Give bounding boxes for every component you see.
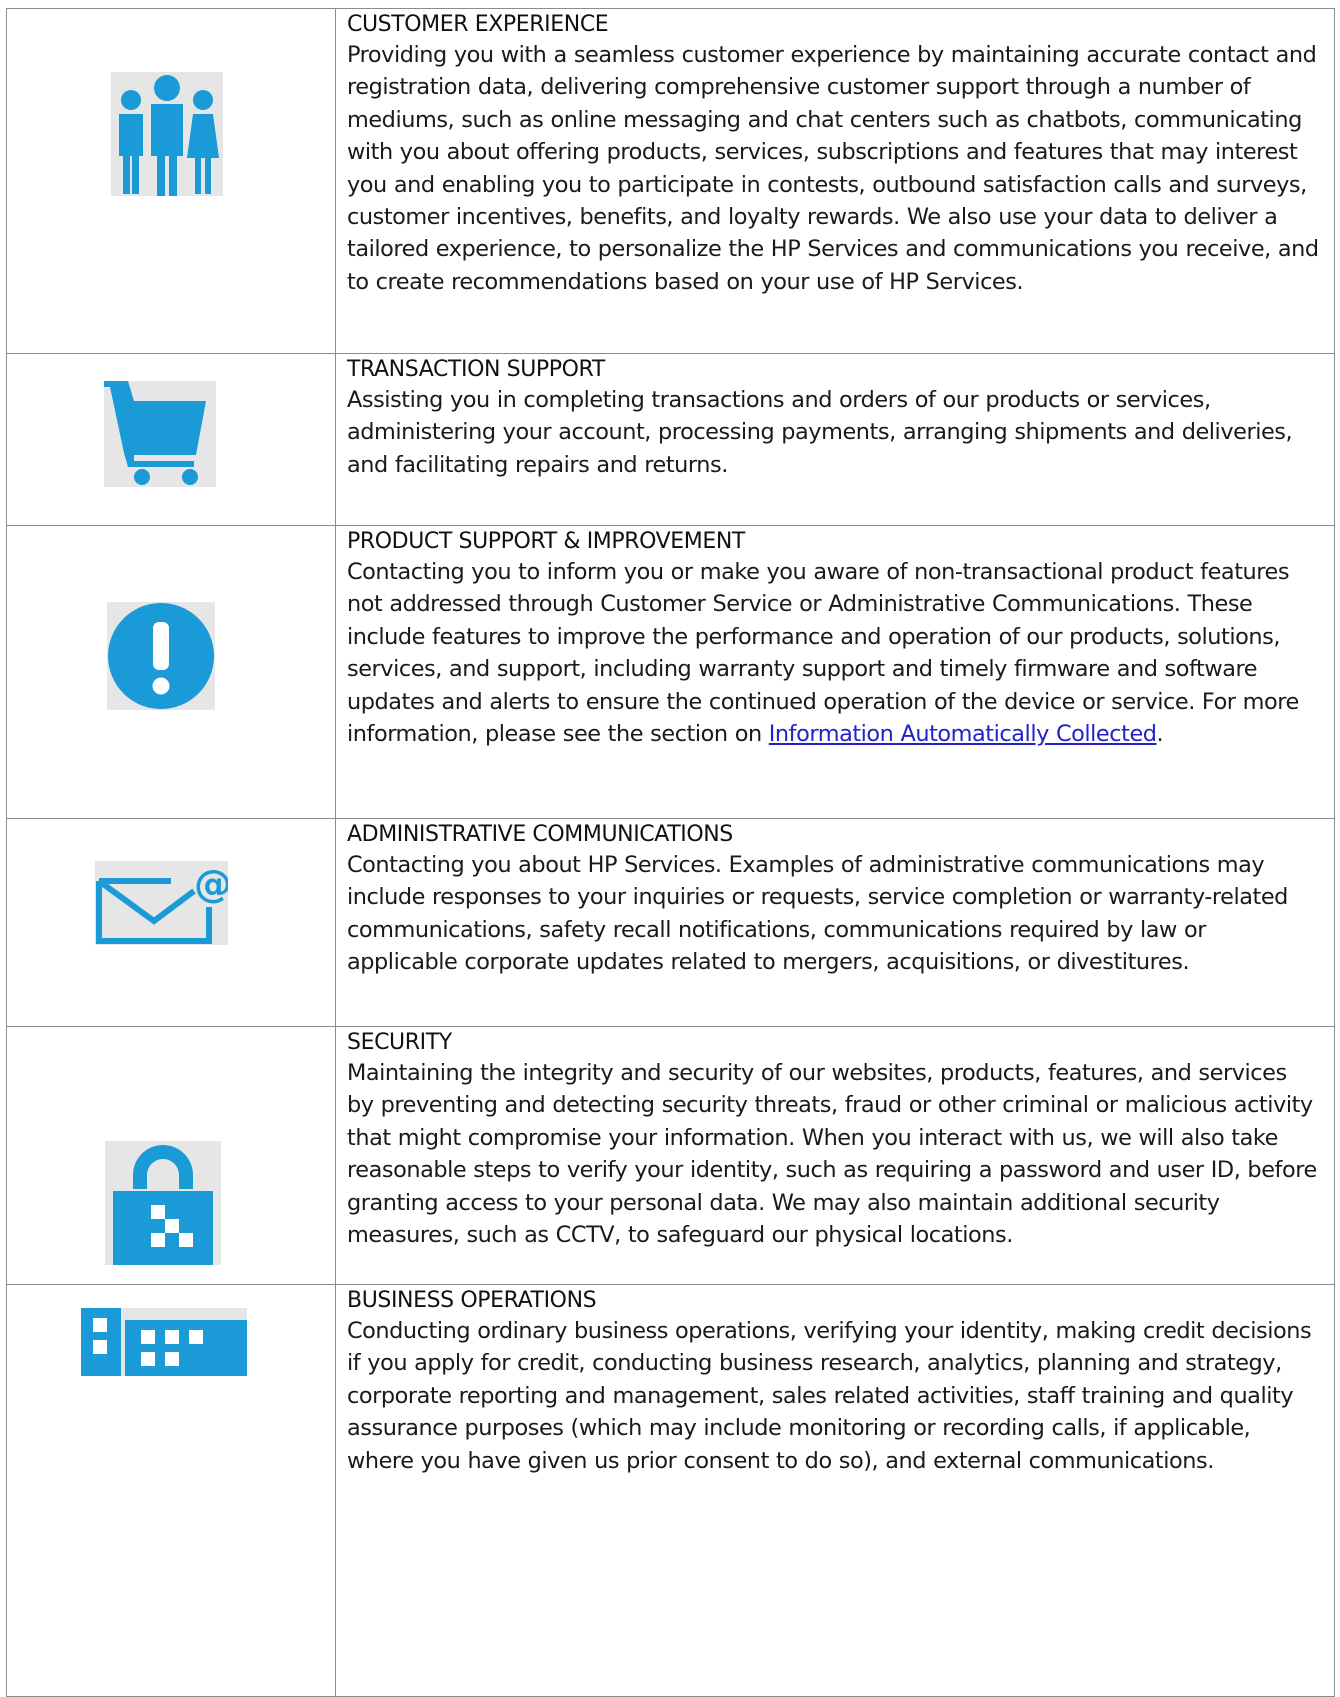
text-cell: PRODUCT SUPPORT & IMPROVEMENT Contacting…	[336, 526, 1334, 818]
office-buildings-icon	[81, 1308, 247, 1376]
text-cell: BUSINESS OPERATIONS Conducting ordinary …	[336, 1285, 1334, 1696]
section-body-text: Contacting you to inform you or make you…	[347, 559, 1299, 748]
section-security: SECURITY Maintaining the integrity and s…	[7, 1027, 1334, 1285]
section-heading: ADMINISTRATIVE COMMUNICATIONS	[347, 822, 733, 847]
text-cell: ADMINISTRATIVE COMMUNICATIONS Contacting…	[336, 819, 1334, 1026]
section-body: Providing you with a seamless customer e…	[347, 42, 1319, 295]
icon-cell: @	[7, 819, 336, 1026]
icon-cell	[7, 1285, 336, 1696]
people-group-icon	[111, 72, 223, 196]
section-heading: PRODUCT SUPPORT & IMPROVEMENT	[347, 529, 745, 554]
email-at-icon: @	[95, 861, 228, 945]
section-heading: BUSINESS OPERATIONS	[347, 1288, 597, 1313]
icon-cell	[7, 1027, 336, 1284]
text-cell: TRANSACTION SUPPORT Assisting you in com…	[336, 354, 1334, 525]
section-customer-experience: CUSTOMER EXPERIENCE Providing you with a…	[7, 9, 1334, 354]
section-heading: SECURITY	[347, 1030, 452, 1055]
section-body-text-end: .	[1156, 721, 1164, 748]
section-body: Maintaining the integrity and security o…	[347, 1060, 1317, 1249]
icon-cell	[7, 526, 336, 818]
text-cell: CUSTOMER EXPERIENCE Providing you with a…	[336, 9, 1334, 353]
icon-cell	[7, 354, 336, 525]
padlock-icon	[105, 1141, 221, 1265]
section-heading: CUSTOMER EXPERIENCE	[347, 12, 609, 37]
section-administrative-communications: @ ADMINISTRATIVE COMMUNICATIONS Contacti…	[7, 819, 1334, 1027]
shopping-cart-icon	[104, 381, 216, 487]
section-transaction-support: TRANSACTION SUPPORT Assisting you in com…	[7, 354, 1334, 526]
icon-cell	[7, 9, 336, 353]
section-body: Conducting ordinary business operations,…	[347, 1318, 1312, 1474]
purposes-table: CUSTOMER EXPERIENCE Providing you with a…	[6, 8, 1335, 1697]
section-business-operations: BUSINESS OPERATIONS Conducting ordinary …	[7, 1285, 1334, 1696]
exclamation-circle-icon	[107, 602, 215, 710]
text-cell: SECURITY Maintaining the integrity and s…	[336, 1027, 1334, 1284]
section-body: Assisting you in completing transactions…	[347, 387, 1293, 478]
information-automatically-collected-link[interactable]: Information Automatically Collected	[769, 721, 1157, 747]
section-body: Contacting you to inform you or make you…	[347, 556, 1320, 750]
section-body: Contacting you about HP Services. Exampl…	[347, 852, 1288, 976]
section-heading: TRANSACTION SUPPORT	[347, 357, 605, 382]
section-product-support: PRODUCT SUPPORT & IMPROVEMENT Contacting…	[7, 526, 1334, 819]
svg-text:@: @	[194, 862, 228, 906]
